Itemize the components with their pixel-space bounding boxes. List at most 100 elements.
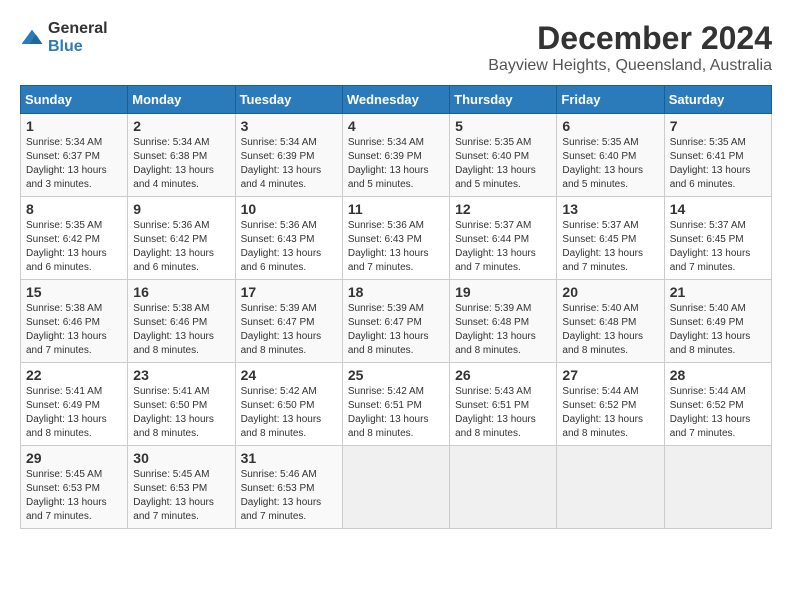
day-detail: Sunrise: 5:41 AMSunset: 6:49 PMDaylight:… — [26, 386, 107, 439]
logo-blue: Blue — [48, 38, 83, 55]
day-detail: Sunrise: 5:39 AMSunset: 6:47 PMDaylight:… — [348, 303, 429, 356]
calendar-week-3: 15 Sunrise: 5:38 AMSunset: 6:46 PMDaylig… — [21, 280, 772, 363]
day-number: 31 — [241, 450, 337, 466]
day-number: 8 — [26, 201, 122, 217]
calendar-cell: 19 Sunrise: 5:39 AMSunset: 6:48 PMDaylig… — [450, 280, 557, 363]
day-number: 1 — [26, 118, 122, 134]
day-number: 14 — [670, 201, 766, 217]
col-thursday: Thursday — [450, 86, 557, 114]
logo-text: General Blue — [48, 20, 108, 56]
calendar-week-4: 22 Sunrise: 5:41 AMSunset: 6:49 PMDaylig… — [21, 363, 772, 446]
day-detail: Sunrise: 5:40 AMSunset: 6:49 PMDaylight:… — [670, 303, 751, 356]
calendar-cell: 18 Sunrise: 5:39 AMSunset: 6:47 PMDaylig… — [342, 280, 449, 363]
calendar-header-row: Sunday Monday Tuesday Wednesday Thursday… — [21, 86, 772, 114]
calendar-cell: 8 Sunrise: 5:35 AMSunset: 6:42 PMDayligh… — [21, 197, 128, 280]
calendar-cell: 26 Sunrise: 5:43 AMSunset: 6:51 PMDaylig… — [450, 363, 557, 446]
calendar-cell: 14 Sunrise: 5:37 AMSunset: 6:45 PMDaylig… — [664, 197, 771, 280]
day-detail: Sunrise: 5:35 AMSunset: 6:40 PMDaylight:… — [455, 137, 536, 190]
day-detail: Sunrise: 5:34 AMSunset: 6:39 PMDaylight:… — [348, 137, 429, 190]
logo-icon — [20, 28, 44, 48]
day-detail: Sunrise: 5:43 AMSunset: 6:51 PMDaylight:… — [455, 386, 536, 439]
day-number: 12 — [455, 201, 551, 217]
calendar-cell: 2 Sunrise: 5:34 AMSunset: 6:38 PMDayligh… — [128, 114, 235, 197]
calendar-cell: 30 Sunrise: 5:45 AMSunset: 6:53 PMDaylig… — [128, 446, 235, 529]
day-detail: Sunrise: 5:39 AMSunset: 6:48 PMDaylight:… — [455, 303, 536, 356]
day-detail: Sunrise: 5:46 AMSunset: 6:53 PMDaylight:… — [241, 469, 322, 522]
calendar-cell: 1 Sunrise: 5:34 AMSunset: 6:37 PMDayligh… — [21, 114, 128, 197]
day-number: 17 — [241, 284, 337, 300]
title-area: December 2024 Bayview Heights, Queenslan… — [488, 20, 772, 75]
day-number: 28 — [670, 367, 766, 383]
day-number: 7 — [670, 118, 766, 134]
calendar-cell: 22 Sunrise: 5:41 AMSunset: 6:49 PMDaylig… — [21, 363, 128, 446]
day-number: 6 — [562, 118, 658, 134]
col-friday: Friday — [557, 86, 664, 114]
day-number: 23 — [133, 367, 229, 383]
logo-general: General — [48, 20, 108, 37]
calendar-cell: 20 Sunrise: 5:40 AMSunset: 6:48 PMDaylig… — [557, 280, 664, 363]
calendar-cell: 12 Sunrise: 5:37 AMSunset: 6:44 PMDaylig… — [450, 197, 557, 280]
day-detail: Sunrise: 5:34 AMSunset: 6:38 PMDaylight:… — [133, 137, 214, 190]
day-detail: Sunrise: 5:37 AMSunset: 6:45 PMDaylight:… — [670, 220, 751, 273]
calendar-cell: 6 Sunrise: 5:35 AMSunset: 6:40 PMDayligh… — [557, 114, 664, 197]
day-detail: Sunrise: 5:36 AMSunset: 6:43 PMDaylight:… — [241, 220, 322, 273]
day-number: 15 — [26, 284, 122, 300]
day-number: 11 — [348, 201, 444, 217]
calendar-cell: 13 Sunrise: 5:37 AMSunset: 6:45 PMDaylig… — [557, 197, 664, 280]
calendar-cell: 5 Sunrise: 5:35 AMSunset: 6:40 PMDayligh… — [450, 114, 557, 197]
day-number: 18 — [348, 284, 444, 300]
calendar-cell — [664, 446, 771, 529]
calendar-cell: 27 Sunrise: 5:44 AMSunset: 6:52 PMDaylig… — [557, 363, 664, 446]
calendar-table: Sunday Monday Tuesday Wednesday Thursday… — [20, 85, 772, 529]
logo: General Blue — [20, 20, 108, 56]
day-number: 9 — [133, 201, 229, 217]
day-number: 4 — [348, 118, 444, 134]
day-number: 21 — [670, 284, 766, 300]
calendar-week-1: 1 Sunrise: 5:34 AMSunset: 6:37 PMDayligh… — [21, 114, 772, 197]
day-number: 24 — [241, 367, 337, 383]
calendar-cell — [557, 446, 664, 529]
calendar-cell: 24 Sunrise: 5:42 AMSunset: 6:50 PMDaylig… — [235, 363, 342, 446]
day-detail: Sunrise: 5:45 AMSunset: 6:53 PMDaylight:… — [133, 469, 214, 522]
day-number: 30 — [133, 450, 229, 466]
day-number: 5 — [455, 118, 551, 134]
calendar-cell — [342, 446, 449, 529]
calendar-cell: 9 Sunrise: 5:36 AMSunset: 6:42 PMDayligh… — [128, 197, 235, 280]
col-sunday: Sunday — [21, 86, 128, 114]
col-tuesday: Tuesday — [235, 86, 342, 114]
col-wednesday: Wednesday — [342, 86, 449, 114]
day-detail: Sunrise: 5:38 AMSunset: 6:46 PMDaylight:… — [26, 303, 107, 356]
calendar-cell: 21 Sunrise: 5:40 AMSunset: 6:49 PMDaylig… — [664, 280, 771, 363]
day-number: 25 — [348, 367, 444, 383]
calendar-cell: 28 Sunrise: 5:44 AMSunset: 6:52 PMDaylig… — [664, 363, 771, 446]
day-detail: Sunrise: 5:35 AMSunset: 6:41 PMDaylight:… — [670, 137, 751, 190]
calendar-cell — [450, 446, 557, 529]
calendar-week-5: 29 Sunrise: 5:45 AMSunset: 6:53 PMDaylig… — [21, 446, 772, 529]
calendar-cell: 29 Sunrise: 5:45 AMSunset: 6:53 PMDaylig… — [21, 446, 128, 529]
day-detail: Sunrise: 5:42 AMSunset: 6:51 PMDaylight:… — [348, 386, 429, 439]
day-number: 3 — [241, 118, 337, 134]
day-detail: Sunrise: 5:35 AMSunset: 6:42 PMDaylight:… — [26, 220, 107, 273]
day-detail: Sunrise: 5:44 AMSunset: 6:52 PMDaylight:… — [670, 386, 751, 439]
day-detail: Sunrise: 5:40 AMSunset: 6:48 PMDaylight:… — [562, 303, 643, 356]
day-detail: Sunrise: 5:38 AMSunset: 6:46 PMDaylight:… — [133, 303, 214, 356]
day-number: 13 — [562, 201, 658, 217]
calendar-cell: 4 Sunrise: 5:34 AMSunset: 6:39 PMDayligh… — [342, 114, 449, 197]
day-detail: Sunrise: 5:36 AMSunset: 6:43 PMDaylight:… — [348, 220, 429, 273]
day-detail: Sunrise: 5:34 AMSunset: 6:39 PMDaylight:… — [241, 137, 322, 190]
day-detail: Sunrise: 5:37 AMSunset: 6:45 PMDaylight:… — [562, 220, 643, 273]
day-number: 19 — [455, 284, 551, 300]
day-detail: Sunrise: 5:37 AMSunset: 6:44 PMDaylight:… — [455, 220, 536, 273]
calendar-cell: 17 Sunrise: 5:39 AMSunset: 6:47 PMDaylig… — [235, 280, 342, 363]
day-detail: Sunrise: 5:39 AMSunset: 6:47 PMDaylight:… — [241, 303, 322, 356]
calendar-cell: 16 Sunrise: 5:38 AMSunset: 6:46 PMDaylig… — [128, 280, 235, 363]
calendar-week-2: 8 Sunrise: 5:35 AMSunset: 6:42 PMDayligh… — [21, 197, 772, 280]
main-title: December 2024 — [488, 20, 772, 57]
col-monday: Monday — [128, 86, 235, 114]
calendar-cell: 23 Sunrise: 5:41 AMSunset: 6:50 PMDaylig… — [128, 363, 235, 446]
day-detail: Sunrise: 5:41 AMSunset: 6:50 PMDaylight:… — [133, 386, 214, 439]
day-number: 10 — [241, 201, 337, 217]
day-number: 22 — [26, 367, 122, 383]
calendar-cell: 25 Sunrise: 5:42 AMSunset: 6:51 PMDaylig… — [342, 363, 449, 446]
day-detail: Sunrise: 5:36 AMSunset: 6:42 PMDaylight:… — [133, 220, 214, 273]
